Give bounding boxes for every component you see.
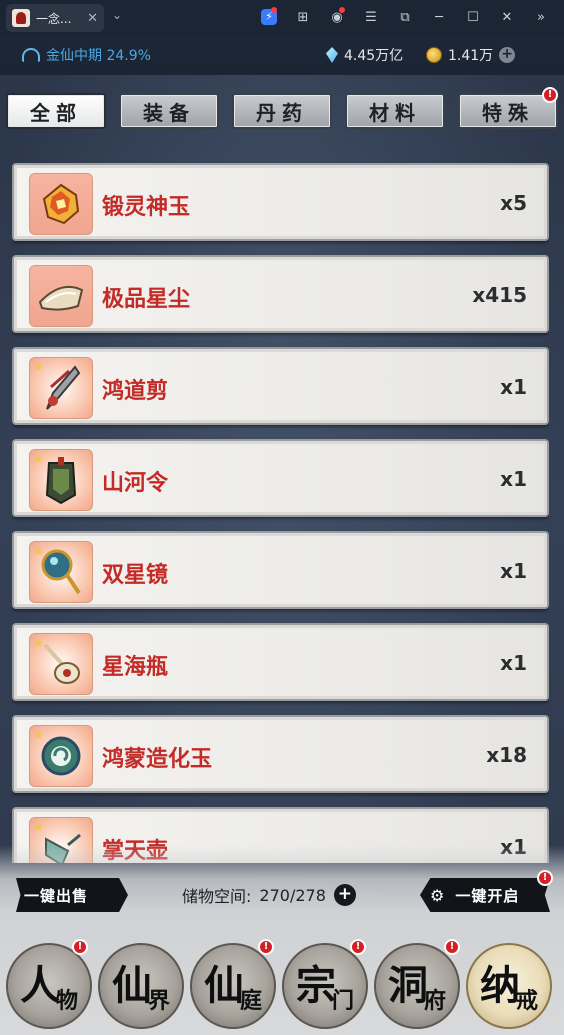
open-all-badge: ! [537, 870, 553, 886]
item-name: 双星镜 [102, 563, 169, 588]
item-quantity: x1 [500, 467, 527, 491]
item-name: 山河令 [102, 471, 169, 496]
item-name: 极品星尘 [102, 287, 191, 312]
minimize-icon[interactable]: ─ [422, 6, 456, 28]
tab-pills[interactable]: 丹药 [232, 93, 332, 129]
rarity-star-icon: ★ [33, 728, 44, 742]
scissors-icon: ★ [29, 357, 93, 419]
nav-cave[interactable]: 洞府 [374, 943, 460, 1029]
item-name: 鸿蒙造化玉 [102, 747, 213, 772]
item-name: 锻灵神玉 [102, 195, 191, 220]
nav-immortal-court[interactable]: 仙庭 [190, 943, 276, 1029]
expand-icon[interactable]: » [524, 6, 558, 28]
sell-all-button[interactable]: 一键出售 [16, 878, 128, 912]
storage-capacity: 储物空间: 270/278 + [182, 883, 356, 907]
cultivation-realm[interactable]: 金仙中期 24.9% [22, 45, 151, 65]
gear-icon[interactable]: ⚙ [430, 886, 445, 905]
nav-sect-badge: ! [350, 939, 366, 955]
category-tabs: 全部 装备 丹药 材料 特殊 ! [6, 87, 558, 133]
item-name: 鸿道剪 [102, 379, 169, 404]
spirit-stone-counter: 4.45万亿 [326, 45, 403, 65]
list-item[interactable]: ★ 鸿道剪 x1 [12, 347, 549, 425]
maximize-icon[interactable]: ☐ [456, 6, 490, 28]
gold-value: 1.41万 [448, 48, 494, 64]
game-favicon-icon [12, 9, 30, 27]
tab-close-icon[interactable]: ✕ [87, 11, 98, 26]
rarity-star-icon: ★ [33, 544, 44, 558]
notification-dot [271, 7, 277, 13]
open-all-button[interactable]: ⚙ 一键开启 [420, 878, 550, 912]
jade-orb-icon: ★ [29, 725, 93, 787]
gift-icon[interactable]: ⊞ [286, 6, 320, 28]
tab-list-chevron-icon[interactable]: ⌄ [112, 8, 122, 22]
list-item[interactable]: ★ 鸿蒙造化玉 x18 [12, 715, 549, 793]
nav-character-badge: ! [72, 939, 88, 955]
rarity-star-icon: ★ [33, 360, 44, 374]
nav-character[interactable]: 人物 [6, 943, 92, 1029]
item-quantity: x1 [500, 651, 527, 675]
item-quantity: x415 [472, 283, 527, 307]
lightning-icon[interactable]: ⚡ [252, 6, 286, 28]
list-item[interactable]: 锻灵神玉 x5 [12, 163, 549, 241]
rarity-star-icon: ★ [33, 452, 44, 466]
item-name: 星海瓶 [102, 655, 169, 680]
item-list[interactable]: 锻灵神玉 x5 极品星尘 x415 ★ 鸿道剪 x1 ★ 山河令 x1 ★ 双星… [12, 163, 549, 863]
storage-value: 270/278 [259, 885, 326, 905]
rarity-star-icon: ★ [33, 820, 44, 834]
list-item[interactable]: 极品星尘 x415 [12, 255, 549, 333]
nav-cave-badge: ! [444, 939, 460, 955]
list-item[interactable]: ★ 双星镜 x1 [12, 531, 549, 609]
tab-all[interactable]: 全部 [6, 93, 106, 129]
realm-text: 金仙中期 24.9% [46, 48, 151, 64]
tab-title: 一念... [36, 11, 72, 26]
spirit-stone-value: 4.45万亿 [344, 48, 404, 64]
menu-icon[interactable]: ☰ [354, 6, 388, 28]
fan-icon [22, 48, 40, 62]
list-item[interactable]: ★ 山河令 x1 [12, 439, 549, 517]
list-item[interactable]: ★ 星海瓶 x1 [12, 623, 549, 701]
bottom-nav: 人物 ! 仙界 仙庭 ! 宗门 ! 洞府 ! 纳戒 [0, 935, 564, 1035]
tab-materials[interactable]: 材料 [345, 93, 445, 129]
stardust-icon [29, 265, 93, 327]
browser-chrome: 一念... ✕ ⌄ ⚡ ⊞ ◉ ☰ ⧉ ─ ☐ ✕ » [0, 0, 564, 35]
nav-storage-ring[interactable]: 纳戒 [466, 943, 552, 1029]
storage-label: 储物空间: [182, 887, 252, 906]
inventory-panel: 全部 装备 丹药 材料 特殊 ! 锻灵神玉 x5 极品星尘 x415 ★ 鸿道剪… [0, 75, 564, 1035]
gem-ore-icon [29, 173, 93, 235]
rarity-star-icon: ★ [33, 636, 44, 650]
tab-equipment[interactable]: 装备 [119, 93, 219, 129]
nav-court-badge: ! [258, 939, 274, 955]
gold-counter: 1.41万 + [426, 45, 516, 65]
status-bar: 金仙中期 24.9% 4.45万亿 1.41万 + [0, 35, 564, 75]
item-quantity: x1 [500, 559, 527, 583]
crystal-icon [326, 47, 338, 63]
restore-icon[interactable]: ⧉ [388, 6, 422, 28]
add-gold-button[interactable]: + [499, 47, 516, 63]
item-quantity: x5 [500, 191, 527, 215]
coin-icon [426, 47, 442, 63]
account-icon[interactable]: ◉ [320, 6, 354, 28]
item-quantity: x1 [500, 375, 527, 399]
expand-storage-button[interactable]: + [333, 884, 356, 906]
open-all-label: 一键开启 [455, 886, 520, 905]
item-quantity: x18 [486, 743, 527, 767]
nav-immortal-realm[interactable]: 仙界 [98, 943, 184, 1029]
mirror-icon: ★ [29, 541, 93, 603]
token-icon: ★ [29, 449, 93, 511]
notification-dot [339, 7, 345, 13]
special-tab-badge: ! [542, 87, 558, 103]
close-icon[interactable]: ✕ [490, 6, 524, 28]
nav-sect[interactable]: 宗门 [282, 943, 368, 1029]
vase-icon: ★ [29, 633, 93, 695]
browser-tab[interactable]: 一念... ✕ [6, 4, 104, 32]
